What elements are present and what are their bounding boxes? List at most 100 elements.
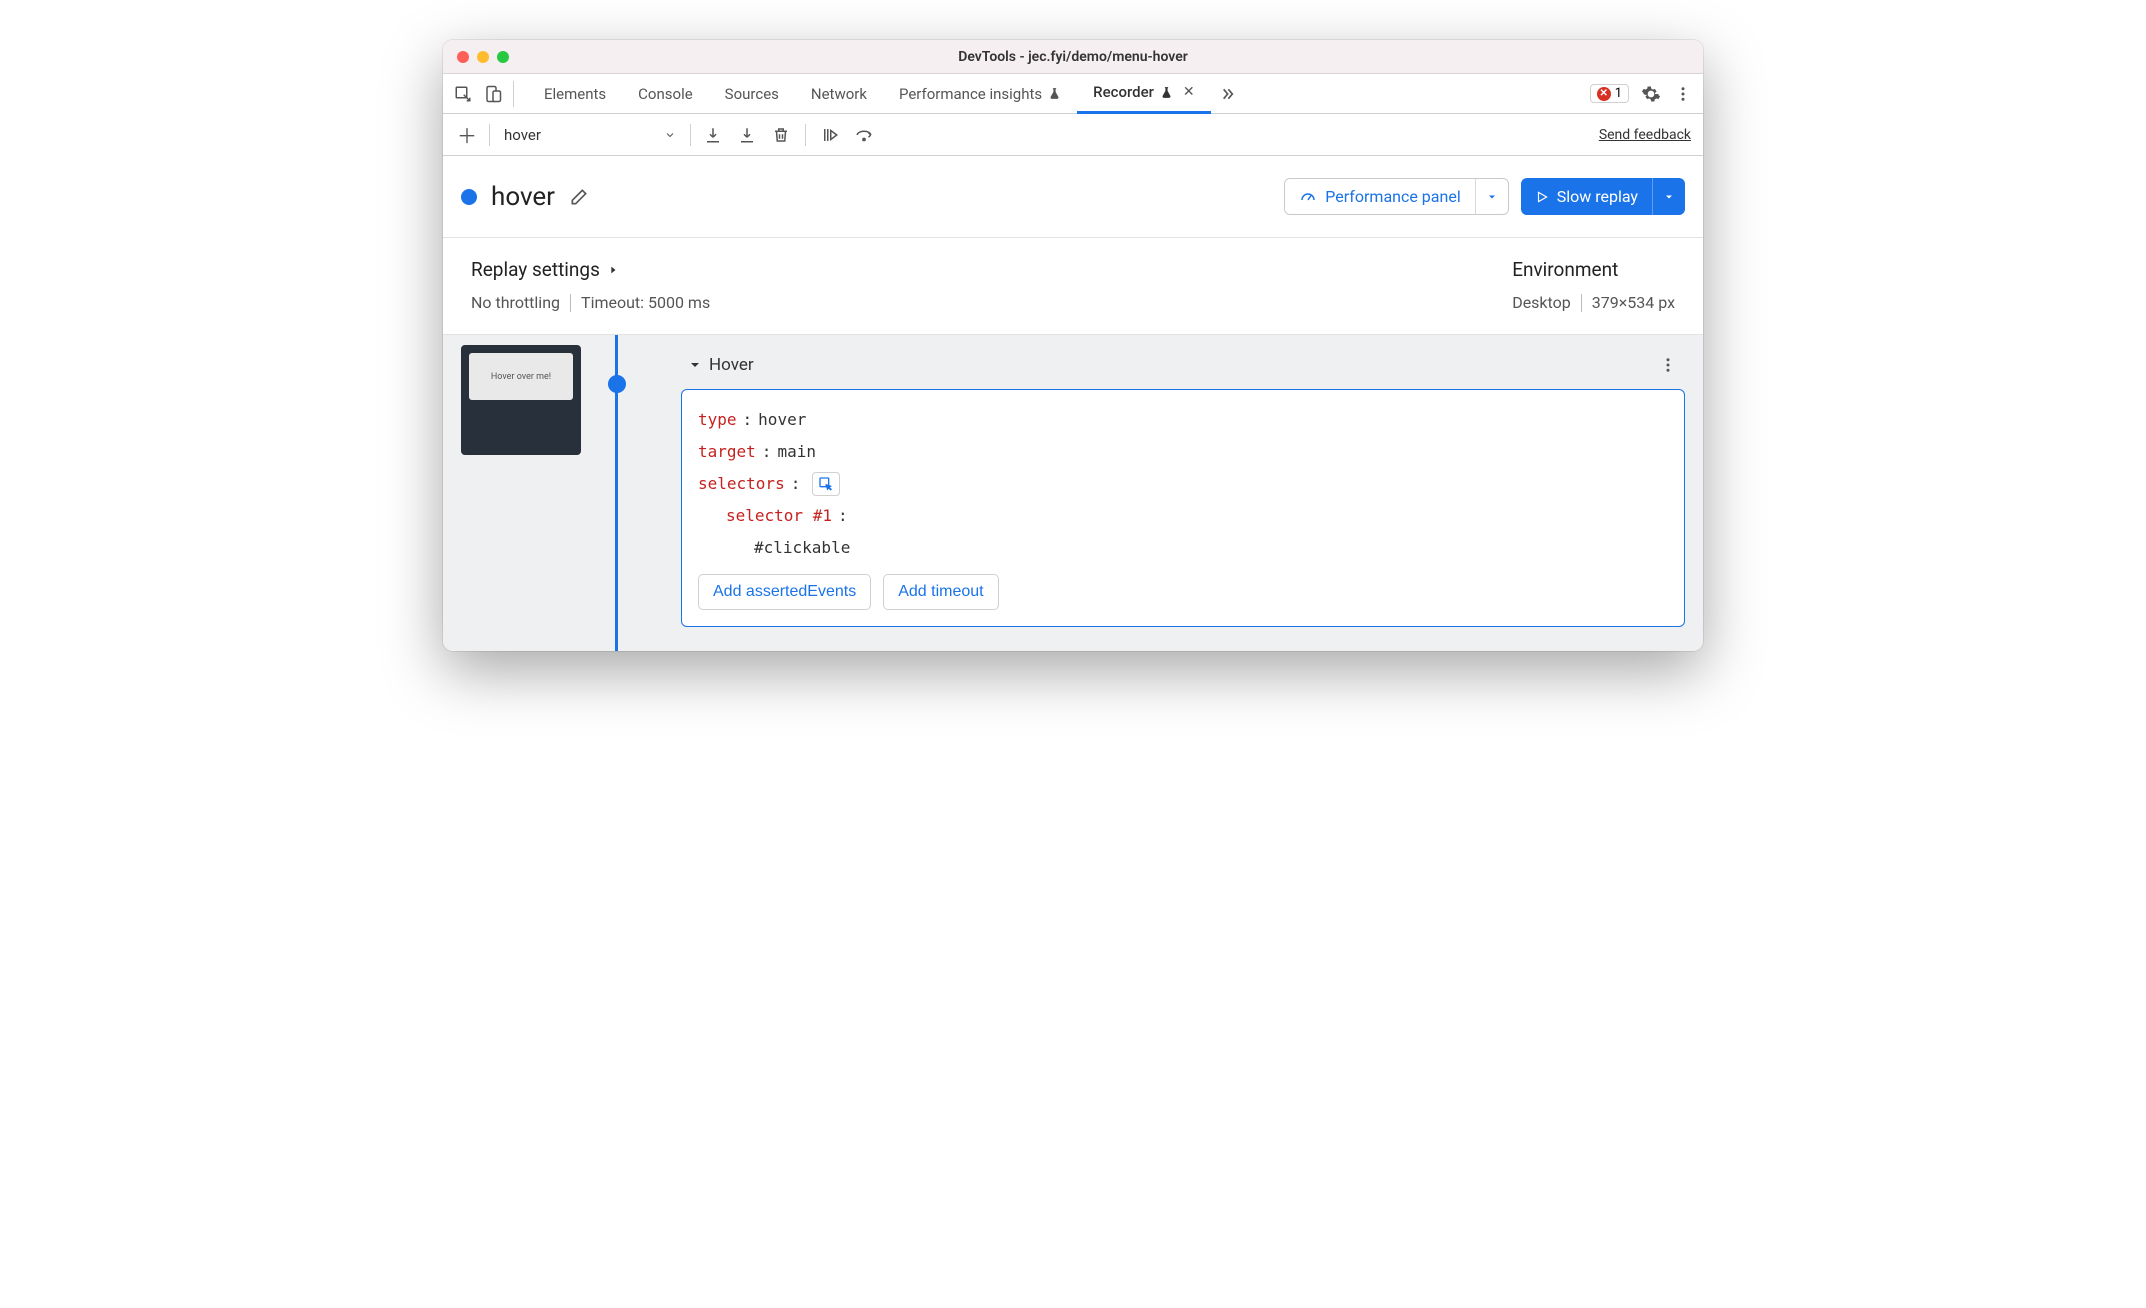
kv-value: #clickable: [754, 532, 850, 564]
kv-value: main: [777, 436, 816, 468]
kv-key: selectors: [698, 468, 785, 500]
recording-select[interactable]: hover: [500, 126, 680, 144]
tab-recorder[interactable]: Recorder ✕: [1077, 74, 1211, 114]
replay-settings-subline: No throttling Timeout: 5000 ms: [471, 293, 710, 312]
recording-header: hover Performance panel Slow replay: [443, 156, 1703, 238]
tab-label: Network: [811, 85, 867, 103]
environment-subline: Desktop 379×534 px: [1512, 293, 1675, 312]
step-content: Hover type: hover target: main selectors…: [681, 345, 1685, 627]
slow-replay-label: Slow replay: [1557, 187, 1638, 206]
kv-colon: :: [762, 436, 772, 468]
thumbnail-text: Hover over me!: [469, 353, 573, 400]
delete-icon[interactable]: [771, 125, 791, 145]
kv-key: selector #1: [726, 500, 832, 532]
step-details: type: hover target: main selectors: sele…: [681, 389, 1685, 627]
performance-panel-label: Performance panel: [1325, 187, 1460, 206]
kv-type[interactable]: type: hover: [698, 404, 1668, 436]
tab-label: Console: [638, 85, 693, 103]
panel-tabs: Elements Console Sources Network Perform…: [528, 74, 1243, 114]
flask-icon: [1160, 86, 1173, 99]
tab-label: Recorder: [1093, 83, 1154, 101]
tab-network[interactable]: Network: [795, 74, 883, 114]
step-title: Hover: [689, 355, 754, 375]
tab-label: Elements: [544, 85, 606, 103]
caret-down-icon: [1486, 191, 1498, 203]
toolbar-left: ＋ hover: [455, 123, 874, 147]
edit-name-icon[interactable]: [569, 187, 589, 207]
add-asserted-events-button[interactable]: Add assertedEvents: [698, 574, 871, 610]
panel-tabs-row: Elements Console Sources Network Perform…: [443, 74, 1703, 114]
divider: [690, 124, 691, 146]
slow-replay-main[interactable]: Slow replay: [1521, 178, 1652, 215]
environment-settings: Environment Desktop 379×534 px: [1512, 258, 1675, 312]
flask-icon: [1048, 87, 1061, 100]
close-tab-icon[interactable]: ✕: [1183, 84, 1195, 100]
divider: [1581, 294, 1582, 312]
continue-icon[interactable]: [820, 125, 840, 145]
send-feedback-link[interactable]: Send feedback: [1599, 127, 1691, 143]
step-header[interactable]: Hover: [681, 345, 1685, 389]
replay-settings: Replay settings No throttling Timeout: 5…: [471, 258, 710, 312]
tab-console[interactable]: Console: [622, 74, 709, 114]
kv-value: hover: [758, 404, 806, 436]
step-over-icon[interactable]: [854, 125, 874, 145]
kv-key: target: [698, 436, 756, 468]
recording-status-dot: [461, 189, 477, 205]
step-thumbnail[interactable]: Hover over me!: [461, 345, 581, 455]
kv-colon: :: [838, 500, 848, 532]
window-title: DevTools - jec.fyi/demo/menu-hover: [443, 49, 1703, 65]
export-icon[interactable]: [737, 125, 757, 145]
play-icon: [1535, 190, 1549, 204]
gauge-icon: [1299, 188, 1317, 206]
step-action-buttons: Add assertedEvents Add timeout: [698, 574, 1668, 610]
add-timeout-button[interactable]: Add timeout: [883, 574, 998, 610]
inspect-tools: [453, 81, 514, 107]
chevron-down-icon: [664, 129, 676, 141]
timeline-area: Hover over me! Hover type: hover t: [443, 335, 1703, 651]
kv-selector-1[interactable]: selector #1:: [698, 500, 1668, 532]
element-picker-icon[interactable]: [812, 472, 840, 496]
slow-replay-caret[interactable]: [1652, 178, 1685, 215]
device-value: Desktop: [1512, 293, 1571, 312]
throttling-value: No throttling: [471, 293, 560, 312]
environment-heading: Environment: [1512, 258, 1675, 281]
errors-badge[interactable]: ✕ 1: [1590, 84, 1629, 103]
step-dot: [608, 375, 626, 393]
caret-right-icon: [608, 264, 618, 276]
header-right: Performance panel Slow replay: [1284, 178, 1685, 215]
inspect-element-icon[interactable]: [453, 84, 473, 104]
caret-down-icon: [1663, 191, 1675, 203]
tab-performance-insights[interactable]: Performance insights: [883, 74, 1077, 114]
more-menu-icon[interactable]: [1673, 84, 1693, 104]
devtools-window: DevTools - jec.fyi/demo/menu-hover Eleme…: [443, 40, 1703, 651]
recording-name: hover: [491, 182, 555, 212]
device-toolbar-icon[interactable]: [483, 84, 503, 104]
kv-selectors[interactable]: selectors:: [698, 468, 1668, 500]
error-icon: ✕: [1597, 87, 1611, 101]
import-icon[interactable]: [703, 125, 723, 145]
divider: [805, 124, 806, 146]
header-left: hover: [461, 182, 589, 212]
new-recording-button[interactable]: ＋: [455, 123, 479, 147]
performance-panel-caret[interactable]: [1475, 179, 1508, 214]
performance-panel-main[interactable]: Performance panel: [1285, 179, 1474, 214]
kv-colon: :: [743, 404, 753, 436]
errors-count: 1: [1615, 86, 1622, 101]
performance-panel-button: Performance panel: [1284, 178, 1508, 215]
step-menu-icon[interactable]: [1659, 356, 1677, 374]
recorder-toolbar: ＋ hover: [443, 114, 1703, 156]
replay-settings-heading[interactable]: Replay settings: [471, 258, 710, 281]
recording-select-value: hover: [504, 126, 541, 144]
tab-elements[interactable]: Elements: [528, 74, 622, 114]
kv-selector-1-value[interactable]: #clickable: [698, 532, 1668, 564]
kv-key: type: [698, 404, 737, 436]
tab-label: Performance insights: [899, 85, 1042, 103]
window-titlebar: DevTools - jec.fyi/demo/menu-hover: [443, 40, 1703, 74]
replay-settings-label: Replay settings: [471, 258, 600, 281]
tabs-right-group: ✕ 1: [1590, 84, 1693, 104]
toolbar-icon-group: [703, 124, 874, 146]
more-tabs-button[interactable]: [1211, 74, 1243, 114]
tab-sources[interactable]: Sources: [709, 74, 795, 114]
settings-gear-icon[interactable]: [1641, 84, 1661, 104]
kv-target[interactable]: target: main: [698, 436, 1668, 468]
